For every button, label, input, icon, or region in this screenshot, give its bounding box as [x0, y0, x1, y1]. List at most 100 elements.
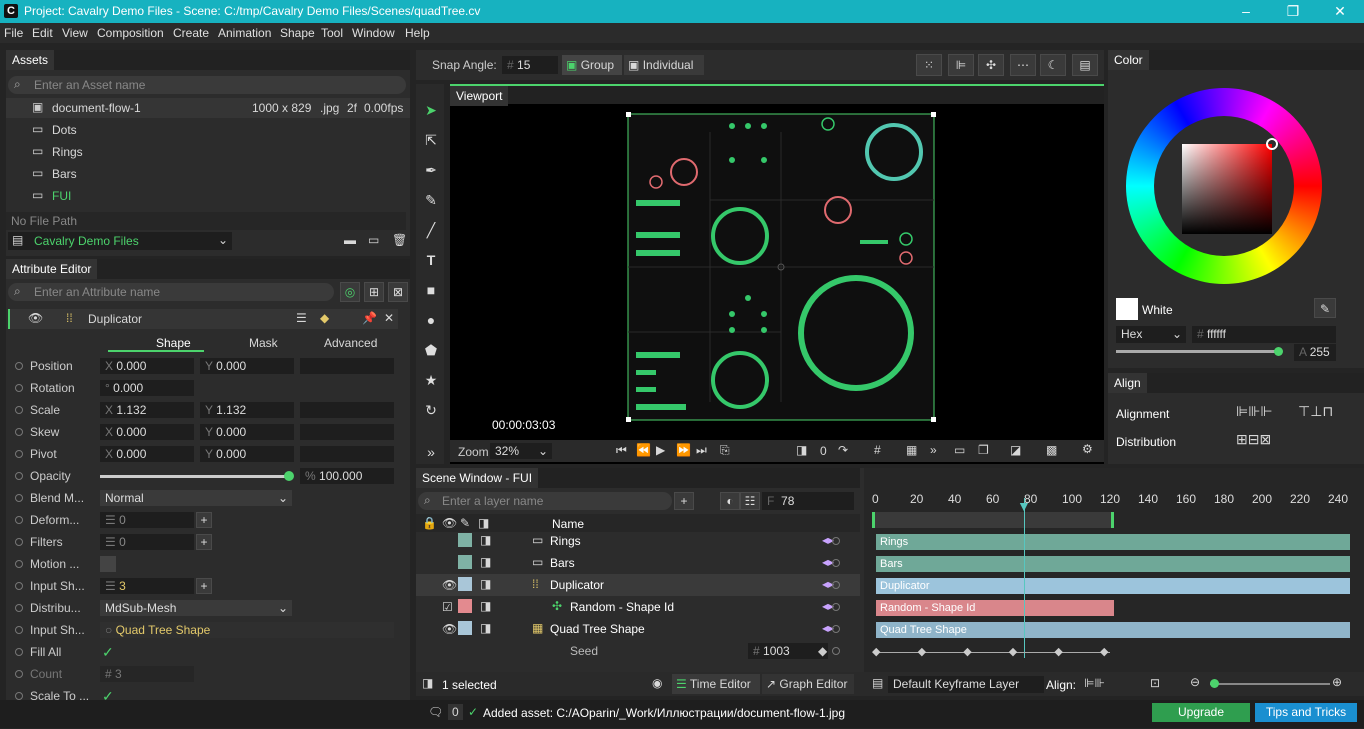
layer-row[interactable]: ☑ ◨ ◂▸ ✣ Random - Shape Id [416, 596, 860, 618]
x-input[interactable]: X 0.000 [100, 358, 194, 374]
input-shape-link[interactable]: ○ Quad Tree Shape [100, 622, 394, 638]
select-tool-icon[interactable]: ➤ [420, 98, 442, 122]
composition-canvas[interactable] [626, 112, 936, 424]
layer-search-input[interactable]: ⌕ Enter a layer name [418, 492, 672, 510]
rectangle-tool-icon[interactable]: ■ [420, 278, 442, 302]
keyframe-dot-icon[interactable] [15, 604, 23, 612]
asset-search-input[interactable]: ⌕ Enter an Asset name [8, 76, 406, 94]
keyframe-icon[interactable]: ◆ [872, 645, 880, 658]
record-icon[interactable]: ◉ [652, 676, 662, 690]
asset-item[interactable]: ▭ Bars [6, 164, 410, 184]
text-tool-icon[interactable]: T [420, 248, 442, 272]
zoom-in-icon[interactable]: ⊕ [1332, 675, 1342, 689]
playhead[interactable] [1024, 498, 1025, 658]
keyframe-dot-icon[interactable] [15, 428, 23, 436]
layer-row[interactable]: 👁 ◨ ◂▸ ▦ Quad Tree Shape [416, 618, 860, 640]
keyframe-icon[interactable]: ◆ [1009, 645, 1017, 658]
asset-item[interactable]: ▣ document-flow-1 1000 x 829 .jpg 2f 0.0… [6, 98, 410, 118]
x-input[interactable]: X 1.132 [100, 402, 194, 418]
add-item-button[interactable]: + [196, 512, 212, 528]
expand-icon[interactable]: » [420, 440, 442, 464]
align-keys-icon[interactable]: ⊫⊪ [1084, 676, 1105, 690]
keyframe-dot-icon[interactable] [15, 362, 23, 370]
menu-create[interactable]: Create [173, 26, 209, 40]
keyframe-dot-icon[interactable] [15, 406, 23, 414]
checker-icon[interactable]: ▩ [1046, 443, 1057, 457]
menu-tool[interactable]: Tool [321, 26, 343, 40]
timeline-bar[interactable]: Bars [876, 556, 1350, 572]
opacity-slider[interactable] [100, 475, 290, 478]
keyframe-dot-icon[interactable] [15, 516, 23, 524]
value-input[interactable]: ° 0.000 [100, 380, 194, 396]
y-input[interactable]: Y 0.000 [200, 446, 294, 462]
keyframe-dot-icon[interactable] [15, 450, 23, 458]
tab-assets[interactable]: Assets [6, 50, 55, 70]
forward-icon[interactable]: » [930, 443, 937, 457]
list-count-input[interactable]: ☰ 3 [100, 578, 194, 594]
tab-color[interactable]: Color [1108, 50, 1149, 70]
layout-icon[interactable]: ▤ [1072, 54, 1098, 76]
timeline-bar[interactable]: Quad Tree Shape [876, 622, 1350, 638]
timeline-bar[interactable]: Rings [876, 534, 1350, 550]
blend-mode-select[interactable]: Normal ⌄ [100, 490, 292, 506]
eyedropper-icon[interactable]: ✎ [1314, 298, 1336, 318]
frame-input[interactable]: F 78 [762, 492, 854, 510]
menu-shape[interactable]: Shape [280, 26, 315, 40]
add-item-button[interactable]: + [196, 534, 212, 550]
hex-input[interactable]: # ffffff [1192, 326, 1336, 343]
arc-icon[interactable]: ☾ [1040, 54, 1066, 76]
graph-editor-button[interactable]: ↗ Graph Editor [762, 674, 854, 694]
edit-tool-icon[interactable]: ⇱ [420, 128, 442, 152]
keyframe-dot-icon[interactable] [15, 538, 23, 546]
menu-composition[interactable]: Composition [97, 26, 164, 40]
keyframe-dot-icon[interactable] [15, 560, 23, 568]
keyframe-icon[interactable]: ◆ [818, 644, 827, 658]
step-back-icon[interactable]: ⏪ [636, 443, 651, 457]
alpha-slider[interactable] [1116, 350, 1280, 353]
color-mode-select[interactable]: Hex ⌄ [1116, 326, 1186, 343]
asset-item[interactable]: ▭ FUI [6, 186, 410, 206]
opacity-input[interactable]: % 100.000 [300, 468, 394, 484]
add-attribute-icon[interactable]: ⊞ [364, 282, 384, 302]
layer-row[interactable]: 👁 ◨ ◂▸ ⁞⁞ Duplicator [416, 574, 860, 596]
asset-item[interactable]: ▭ Rings [6, 142, 410, 162]
x-input[interactable]: X 0.000 [100, 424, 194, 440]
keyframe-dot-icon[interactable] [15, 582, 23, 590]
work-area-range[interactable] [872, 512, 1114, 528]
attribute-search-input[interactable]: ⌕ Enter an Attribute name [8, 283, 334, 301]
list-count-input[interactable]: ☰ 0 [100, 534, 194, 550]
grid-icon[interactable]: ⁙ [916, 54, 942, 76]
keyframe-icon[interactable]: ◆ [1100, 645, 1108, 658]
align-horizontal-icon[interactable]: ⊫⊪⊩ [1236, 403, 1273, 420]
check-icon[interactable]: ☑ [442, 600, 453, 614]
color-picker-handle[interactable] [1266, 138, 1278, 150]
tab-advanced[interactable]: Advanced [324, 336, 377, 350]
eye-icon[interactable]: 👁 [442, 578, 457, 592]
keyframe-icon[interactable]: ◆ [918, 645, 926, 658]
tab-scene-window[interactable]: Scene Window - FUI [416, 468, 539, 488]
asset-item[interactable]: ▭ Dots [6, 120, 410, 140]
keyframe-icon[interactable]: ◆ [1054, 645, 1062, 658]
eye-icon[interactable]: 👁 [28, 311, 43, 325]
arc-tool-icon[interactable]: ↻ [420, 398, 442, 422]
tab-attribute-editor[interactable]: Attribute Editor [6, 259, 98, 279]
loop-icon[interactable]: ⎘ [720, 443, 730, 458]
distribute-icon[interactable]: ⋯ [1010, 54, 1036, 76]
trash-icon[interactable]: 🗑 [392, 233, 407, 247]
keyframe-icon[interactable]: ◆ [320, 311, 329, 325]
snap-angle-input[interactable]: # 15 [502, 56, 558, 74]
group-button[interactable]: ▣ Group [562, 55, 622, 75]
layer-row[interactable]: ◨ ◂▸ ▭ Bars [416, 552, 860, 574]
keyframe-dot-icon[interactable] [15, 648, 23, 656]
add-layer-button[interactable]: + [674, 492, 694, 510]
menu-window[interactable]: Window [352, 26, 395, 40]
line-tool-icon[interactable]: ╱ [420, 218, 442, 242]
grid-view-icon[interactable]: # [874, 443, 881, 457]
x-input[interactable]: X 0.000 [100, 446, 194, 462]
value-input[interactable]: # 3 [100, 666, 194, 682]
tab-align[interactable]: Align [1108, 373, 1147, 393]
keyframe-dot-icon[interactable] [15, 384, 23, 392]
keyframe-dot-icon[interactable] [15, 626, 23, 634]
tips-and-tricks-button[interactable]: Tips and Tricks [1255, 703, 1357, 722]
keyframe-layer-select[interactable]: Default Keyframe Layer [888, 676, 1044, 693]
